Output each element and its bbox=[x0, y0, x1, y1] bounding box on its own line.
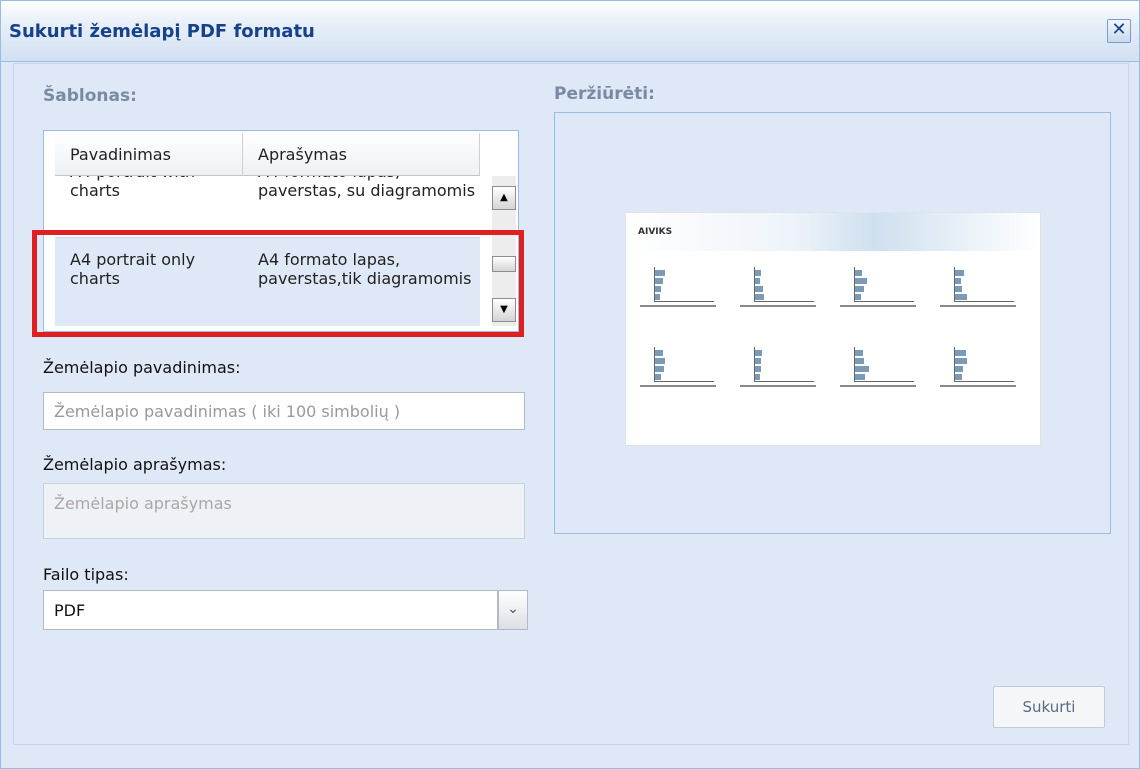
row-name: A4 portrait with charts bbox=[70, 176, 195, 200]
map-name-input[interactable]: Žemėlapio pavadinimas ( iki 100 simbolių… bbox=[43, 392, 525, 430]
mini-chart-caption bbox=[940, 305, 1016, 307]
mini-chart-base bbox=[654, 381, 714, 382]
mini-chart-bar bbox=[655, 286, 661, 292]
mini-chart-bar bbox=[855, 278, 867, 284]
map-name-label: Žemėlapio pavadinimas: bbox=[43, 358, 241, 377]
mini-chart-base bbox=[954, 301, 1014, 302]
mini-chart-caption bbox=[840, 305, 916, 307]
mini-chart-bar bbox=[955, 278, 961, 284]
grid-header: Pavadinimas Aprašymas bbox=[55, 133, 480, 176]
scroll-thumb[interactable] bbox=[492, 256, 516, 272]
thumbnail-mini-chart bbox=[940, 341, 1016, 391]
template-section-label: Šablonas: bbox=[43, 86, 137, 106]
mini-chart-base bbox=[654, 301, 714, 302]
mini-chart-base bbox=[954, 381, 1014, 382]
mini-chart-bar bbox=[655, 350, 663, 356]
thumbnail-mini-chart bbox=[740, 261, 816, 311]
mini-chart-bar bbox=[655, 374, 661, 380]
row-name: A4 portrait only charts bbox=[70, 250, 196, 288]
thumbnail-mini-chart bbox=[640, 341, 716, 391]
create-button[interactable]: Sukurti bbox=[993, 686, 1105, 728]
row-description: A4 formato lapas, paverstas,tik diagramo… bbox=[258, 250, 472, 288]
thumbnail-mini-chart bbox=[940, 261, 1016, 311]
mini-chart-bar bbox=[955, 358, 967, 364]
mini-chart-bar bbox=[755, 374, 760, 380]
mini-chart-bar bbox=[755, 350, 762, 356]
thumbnail-mini-chart bbox=[740, 341, 816, 391]
mini-chart-base bbox=[754, 381, 814, 382]
mini-chart-bar bbox=[855, 366, 869, 372]
mini-chart-bar bbox=[855, 350, 863, 356]
mini-chart-bar bbox=[955, 366, 963, 372]
thumbnail-logo: AIVIKS bbox=[638, 227, 673, 237]
thumbnail-header bbox=[626, 213, 1040, 251]
grid-scrollbar[interactable]: ▲ ▼ bbox=[492, 176, 516, 326]
mini-chart-caption bbox=[940, 385, 1016, 387]
chevron-down-icon[interactable]: ⌄ bbox=[498, 590, 528, 630]
grid-row-clip: A4 portrait with charts A4 formato lapas… bbox=[55, 176, 480, 233]
preview-label: Peržiūrėti: bbox=[554, 84, 655, 104]
mini-chart-caption bbox=[840, 385, 916, 387]
mini-chart-bar bbox=[655, 278, 663, 284]
mini-chart-bar bbox=[655, 270, 665, 276]
mini-chart-base bbox=[854, 301, 914, 302]
mini-chart-bar bbox=[955, 294, 967, 300]
thumbnail-mini-chart bbox=[640, 261, 716, 311]
mini-chart-bar bbox=[755, 294, 764, 300]
file-type-select[interactable]: PDF ⌄ bbox=[43, 590, 529, 630]
close-icon[interactable]: ✕ bbox=[1107, 19, 1131, 43]
column-header-name[interactable]: Pavadinimas bbox=[55, 133, 243, 175]
column-header-description[interactable]: Aprašymas bbox=[243, 133, 480, 175]
preview-thumbnail: AIVIKS bbox=[625, 212, 1041, 446]
thumbnail-mini-chart bbox=[840, 261, 916, 311]
file-type-value[interactable]: PDF bbox=[43, 590, 498, 630]
mini-chart-caption bbox=[640, 305, 716, 307]
scroll-down-icon[interactable]: ▼ bbox=[492, 298, 516, 322]
mini-chart-bar bbox=[655, 366, 664, 372]
mini-chart-bar bbox=[655, 358, 665, 364]
thumbnail-mini-chart bbox=[840, 341, 916, 391]
template-grid[interactable]: Pavadinimas Aprašymas A4 portrait with c… bbox=[43, 130, 519, 332]
mini-chart-bar bbox=[855, 358, 864, 364]
mini-chart-bar bbox=[755, 366, 761, 372]
mini-chart-bar bbox=[855, 286, 864, 292]
scroll-up-icon[interactable]: ▲ bbox=[492, 186, 516, 210]
dialog-titlebar[interactable]: Sukurti žemėlapį PDF formatu ✕ bbox=[1, 1, 1139, 62]
mini-chart-bar bbox=[955, 374, 962, 380]
map-description-label: Žemėlapio aprašymas: bbox=[43, 455, 227, 474]
mini-chart-bar bbox=[855, 270, 862, 276]
mini-chart-bar bbox=[955, 270, 964, 276]
mini-chart-bar bbox=[655, 294, 660, 300]
mini-chart-bar bbox=[755, 358, 761, 364]
dialog-title: Sukurti žemėlapį PDF formatu bbox=[9, 21, 315, 42]
mini-chart-bar bbox=[955, 350, 966, 356]
mini-chart-caption bbox=[740, 385, 816, 387]
map-description-textarea[interactable]: Žemėlapio aprašymas bbox=[43, 483, 525, 539]
column-header-spacer bbox=[480, 133, 516, 175]
mini-chart-bar bbox=[855, 294, 861, 300]
file-type-label: Failo tipas: bbox=[43, 565, 129, 584]
table-row[interactable]: A4 portrait with charts A4 formato lapas… bbox=[55, 176, 480, 233]
mini-chart-caption bbox=[640, 385, 716, 387]
mini-chart-bar bbox=[755, 270, 761, 276]
mini-chart-bar bbox=[955, 286, 962, 292]
mini-chart-base bbox=[854, 381, 914, 382]
mini-chart-bar bbox=[755, 278, 760, 284]
mini-chart-caption bbox=[740, 305, 816, 307]
row-description: A4 formato lapas, paverstas, su diagramo… bbox=[258, 176, 476, 200]
mini-chart-base bbox=[754, 301, 814, 302]
table-row-selected[interactable]: A4 portrait only charts A4 formato lapas… bbox=[55, 237, 480, 326]
mini-chart-bar bbox=[755, 286, 763, 292]
mini-chart-bar bbox=[855, 374, 865, 380]
